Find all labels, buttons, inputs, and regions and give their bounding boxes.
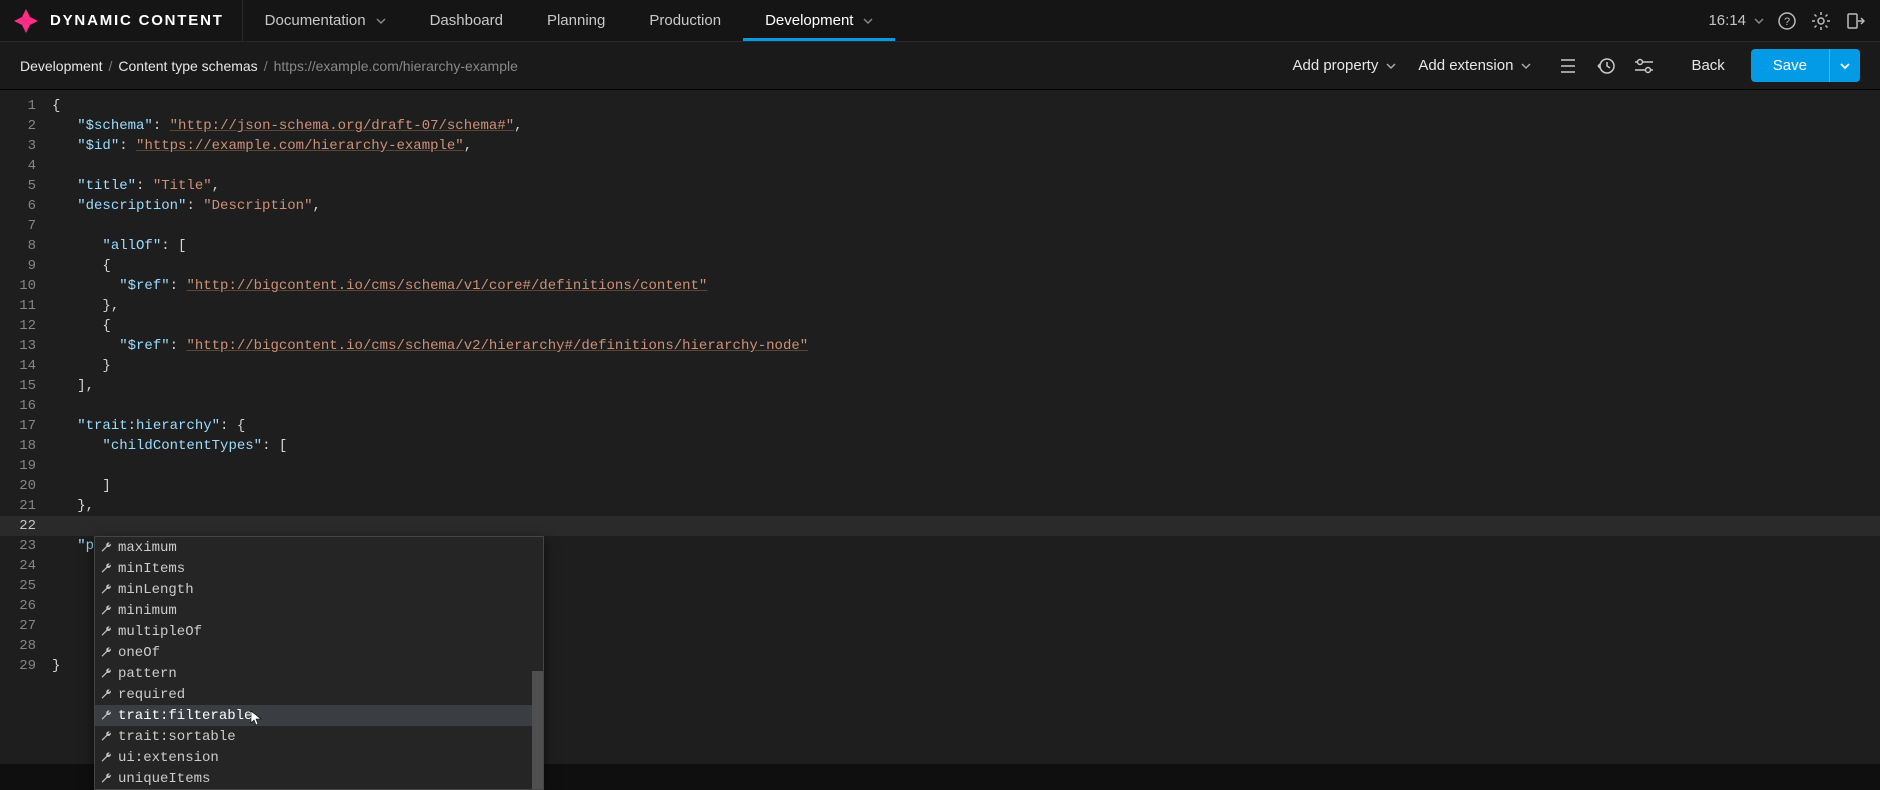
autocomplete-item[interactable]: required (95, 684, 543, 705)
autocomplete-item[interactable]: minLength (95, 579, 543, 600)
chevron-down-icon (1754, 16, 1764, 26)
autocomplete-item-label: oneOf (118, 645, 160, 661)
logo-icon (12, 7, 40, 35)
autocomplete-item[interactable]: minimum (95, 600, 543, 621)
chevron-down-icon (863, 16, 873, 26)
autocomplete-item[interactable]: pattern (95, 663, 543, 684)
nav-documentation[interactable]: Documentation (243, 0, 408, 41)
wrench-icon (98, 688, 114, 701)
add-property-label: Add property (1292, 57, 1378, 74)
autocomplete-item[interactable]: maximum (95, 537, 543, 558)
breadcrumb-1[interactable]: Development (20, 58, 103, 74)
wrench-icon (98, 709, 114, 722)
add-extension-button[interactable]: Add extension (1412, 51, 1537, 80)
logout-icon[interactable] (1844, 10, 1866, 32)
nav-production-label: Production (649, 12, 721, 29)
autocomplete-item-label: minLength (118, 582, 194, 598)
nav-dashboard-label: Dashboard (430, 12, 503, 29)
wrench-icon (98, 583, 114, 596)
top-nav: DYNAMIC CONTENT Documentation Dashboard … (0, 0, 1880, 42)
brand-text: DYNAMIC CONTENT (50, 12, 224, 29)
gear-icon[interactable] (1810, 10, 1832, 32)
autocomplete-item-label: required (118, 687, 185, 703)
nav-planning-label: Planning (547, 12, 605, 29)
autocomplete-item-label: minItems (118, 561, 185, 577)
wrench-icon (98, 772, 114, 785)
autocomplete-item-label: uniqueItems (118, 771, 210, 787)
nav-documentation-label: Documentation (265, 12, 366, 29)
autocomplete-scrollthumb[interactable] (532, 671, 543, 789)
settings-sliders-icon[interactable] (1633, 55, 1655, 77)
breadcrumb-sep: / (264, 58, 268, 74)
toolbar-right: Add property Add extension Back Save (1286, 49, 1860, 82)
autocomplete-item[interactable]: ui:extension (95, 747, 543, 768)
save-dropdown[interactable] (1829, 49, 1860, 82)
autocomplete-popup[interactable]: maximum minItems minLength minimum multipleO… (94, 536, 544, 790)
autocomplete-item[interactable]: oneOf (95, 642, 543, 663)
nav-dashboard[interactable]: Dashboard (408, 0, 525, 41)
format-icon[interactable] (1557, 55, 1579, 77)
breadcrumb-sep: / (109, 58, 113, 74)
autocomplete-item-label: trait:sortable (118, 729, 236, 745)
nav-development[interactable]: Development (743, 0, 895, 41)
help-icon[interactable]: ? (1776, 10, 1798, 32)
autocomplete-item[interactable]: trait:sortable (95, 726, 543, 747)
chevron-down-icon (376, 16, 386, 26)
nav-planning[interactable]: Planning (525, 0, 627, 41)
autocomplete-item-label: trait:filterable (118, 708, 252, 724)
autocomplete-item[interactable]: multipleOf (95, 621, 543, 642)
wrench-icon (98, 730, 114, 743)
autocomplete-item-label: pattern (118, 666, 177, 682)
svg-text:?: ? (1784, 16, 1790, 28)
autocomplete-item[interactable]: uniqueItems (95, 768, 543, 789)
chevron-down-icon (1521, 61, 1531, 71)
wrench-icon (98, 541, 114, 554)
secondary-toolbar: Development / Content type schemas / htt… (0, 42, 1880, 90)
autocomplete-item-label: minimum (118, 603, 177, 619)
wrench-icon (98, 625, 114, 638)
wrench-icon (98, 646, 114, 659)
nav-links: Documentation Dashboard Planning Product… (243, 0, 896, 41)
save-button[interactable]: Save (1751, 49, 1829, 82)
logo-area: DYNAMIC CONTENT (0, 0, 243, 41)
autocomplete-item[interactable]: trait:filterable (95, 705, 543, 726)
wrench-icon (98, 604, 114, 617)
back-button[interactable]: Back (1675, 57, 1740, 74)
add-extension-label: Add extension (1418, 57, 1513, 74)
clock-time: 16:14 (1708, 12, 1746, 29)
code-editor[interactable]: 1234567891011121314151617181920212223242… (0, 90, 1880, 764)
wrench-icon (98, 562, 114, 575)
breadcrumb-2[interactable]: Content type schemas (118, 58, 257, 74)
breadcrumb-3: https://example.com/hierarchy-example (274, 58, 518, 74)
breadcrumb: Development / Content type schemas / htt… (20, 58, 518, 74)
autocomplete-item-label: ui:extension (118, 750, 219, 766)
top-right: 16:14 ? (1708, 10, 1880, 32)
tool-icons (1557, 55, 1655, 77)
wrench-icon (98, 667, 114, 680)
wrench-icon (98, 751, 114, 764)
line-gutter: 1234567891011121314151617181920212223242… (0, 90, 50, 764)
clock[interactable]: 16:14 (1708, 12, 1764, 29)
chevron-down-icon (1386, 61, 1396, 71)
nav-development-label: Development (765, 12, 853, 29)
autocomplete-item-label: maximum (118, 540, 177, 556)
save-group: Save (1751, 49, 1860, 82)
autocomplete-scrollbar[interactable] (532, 537, 543, 789)
autocomplete-item-label: multipleOf (118, 624, 202, 640)
add-property-button[interactable]: Add property (1286, 51, 1402, 80)
nav-production[interactable]: Production (627, 0, 743, 41)
history-icon[interactable] (1595, 55, 1617, 77)
autocomplete-item[interactable]: minItems (95, 558, 543, 579)
